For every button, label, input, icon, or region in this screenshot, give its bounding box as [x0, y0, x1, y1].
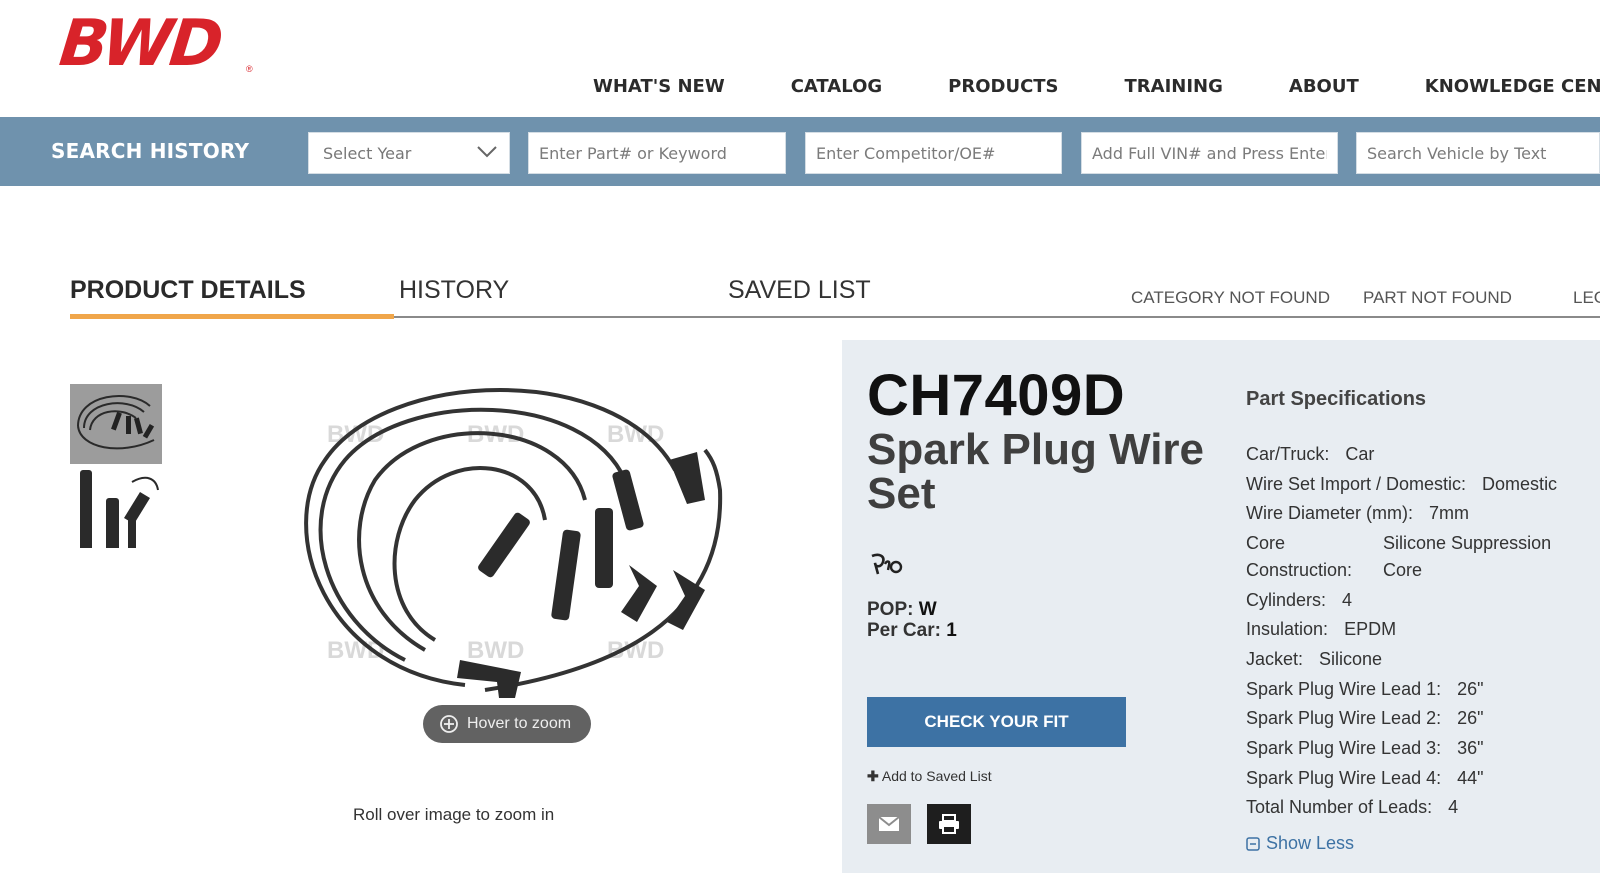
spark-plug-wire-image: BWD BWD BWD BWD BWD BWD [304, 388, 723, 698]
spec-label: Car/Truck: [1246, 444, 1330, 464]
part-number: CH7409D [867, 363, 1126, 428]
search-bar: SEARCH HISTORY Select Year [0, 117, 1600, 186]
spec-label: Core [1246, 533, 1286, 553]
spec-label: Insulation: [1246, 619, 1329, 639]
spec-label: Spark Plug Wire Lead 2: [1246, 708, 1442, 728]
check-your-fit-button[interactable]: CHECK YOUR FIT [867, 697, 1126, 747]
vin-input[interactable] [1081, 132, 1338, 174]
year-select[interactable]: Select Year [308, 132, 510, 174]
nav-whats-new[interactable]: WHAT'S NEW [593, 76, 725, 97]
spec-label: Wire Set Import / Domestic: [1246, 474, 1467, 494]
spec-row: Insulation: EPDM [1246, 619, 1396, 640]
spec-label: Cylinders: [1246, 590, 1327, 610]
spec-label: Construction: [1246, 560, 1353, 580]
spec-label: Wire Diameter (mm): [1246, 503, 1413, 523]
pop-label: POP: [867, 599, 914, 620]
vehicle-text-input[interactable] [1356, 132, 1600, 174]
boots-thumbnail-image [80, 470, 159, 548]
show-less-toggle[interactable]: Show Less [1246, 833, 1354, 854]
spec-label: Jacket: [1246, 649, 1304, 669]
spec-value: 4 [1342, 590, 1353, 610]
pop-field: POP: W [867, 599, 937, 621]
spec-value: 44" [1457, 768, 1484, 788]
nav-knowledge-center[interactable]: KNOWLEDGE CENTER [1425, 76, 1600, 97]
competitor-oe-input[interactable] [805, 132, 1062, 174]
pop-value: W [918, 599, 937, 620]
per-car-field: Per Car: 1 [867, 620, 957, 642]
spec-row: Cylinders: 4 [1246, 590, 1352, 611]
print-icon [939, 814, 959, 834]
spec-row: Core Silicone Suppression [1246, 533, 1551, 554]
spec-value: 7mm [1429, 503, 1469, 523]
spec-value: Car [1345, 444, 1375, 464]
part-keyword-input[interactable] [528, 132, 786, 174]
spec-row: Car/Truck: Car [1246, 444, 1374, 465]
spec-row: Construction: Core [1246, 560, 1422, 581]
nav-catalog[interactable]: CATALOG [791, 76, 882, 97]
watermark-text: BWD [467, 637, 524, 664]
part-specifications-title: Part Specifications [1246, 388, 1427, 410]
plus-icon: ✚ [867, 768, 879, 784]
spec-row: Wire Set Import / Domestic: Domestic [1246, 474, 1557, 495]
spec-row: Spark Plug Wire Lead 1: 26" [1246, 679, 1484, 700]
spec-value: Silicone Suppression [1383, 533, 1552, 553]
spec-row: Spark Plug Wire Lead 4: 44" [1246, 768, 1484, 789]
logo-text: BWD [56, 7, 224, 81]
tab-product-details[interactable]: PRODUCT DETAILS [70, 276, 306, 305]
collapse-icon [1246, 836, 1260, 851]
detail-tabs: PRODUCT DETAILS HISTORY SAVED LIST CATEG… [70, 276, 1600, 319]
pro-icon [871, 553, 903, 575]
year-select-value: Select Year [323, 143, 412, 163]
nav-about[interactable]: ABOUT [1289, 76, 1359, 97]
spec-value: Silicone [1319, 649, 1383, 669]
active-tab-indicator [70, 314, 394, 319]
per-car-value: 1 [946, 620, 957, 641]
zoom-instruction: Roll over image to zoom in [353, 805, 555, 824]
spec-value: Core [1383, 560, 1423, 580]
spec-value: Domestic [1482, 474, 1558, 494]
spec-value: EPDM [1344, 619, 1397, 639]
spec-value: 26" [1457, 679, 1484, 699]
zoom-pill-label: Hover to zoom [467, 715, 572, 732]
spec-value: 26" [1457, 708, 1484, 728]
spec-row: Wire Diameter (mm): 7mm [1246, 503, 1469, 524]
spec-row: Spark Plug Wire Lead 2: 26" [1246, 708, 1484, 729]
spec-label: Spark Plug Wire Lead 4: [1246, 768, 1442, 788]
spec-row: Jacket: Silicone [1246, 649, 1382, 670]
product-main-image[interactable]: BWD BWD BWD BWD BWD BWD [285, 360, 735, 760]
show-less-label: Show Less [1266, 833, 1355, 853]
add-to-saved-list-link[interactable]: ✚ Add to Saved List [867, 768, 992, 785]
chevron-down-icon [477, 146, 497, 158]
nav-products[interactable]: PRODUCTS [948, 76, 1058, 97]
thumbnail-boots[interactable] [70, 468, 162, 548]
hover-to-zoom-pill[interactable]: Hover to zoom [423, 705, 591, 743]
nav-training[interactable]: TRAINING [1125, 76, 1223, 97]
spec-value: 36" [1457, 738, 1484, 758]
legend-link[interactable]: LEG [1573, 288, 1600, 308]
zoom-plus-icon [440, 715, 458, 733]
spec-label: Spark Plug Wire Lead 1: [1246, 679, 1442, 699]
wire-set-thumbnail-image [77, 394, 155, 450]
email-button[interactable] [867, 804, 911, 844]
email-icon [878, 816, 900, 831]
tab-saved-list[interactable]: SAVED LIST [728, 276, 871, 305]
thumbnail-wire-set[interactable] [70, 384, 162, 464]
tab-history[interactable]: HISTORY [399, 276, 509, 305]
spec-value: 4 [1448, 797, 1459, 817]
product-info-panel: CH7409D Spark Plug Wire Set POP: W Per C… [842, 340, 1600, 873]
spec-row: Total Number of Leads: 4 [1246, 797, 1458, 818]
product-name: Spark Plug Wire Set [867, 425, 1205, 518]
bwd-logo[interactable]: BWD [56, 7, 270, 81]
spec-label: Spark Plug Wire Lead 3: [1246, 738, 1442, 758]
add-saved-label: Add to Saved List [881, 768, 992, 784]
spec-row: Spark Plug Wire Lead 3: 36" [1246, 738, 1484, 759]
part-not-found-link[interactable]: PART NOT FOUND [1363, 288, 1512, 308]
main-nav: WHAT'S NEW CATALOG PRODUCTS TRAINING ABO… [593, 76, 1600, 97]
print-button[interactable] [927, 804, 971, 844]
registered-mark: ® [246, 64, 253, 74]
per-car-label: Per Car: [867, 620, 941, 641]
category-not-found-link[interactable]: CATEGORY NOT FOUND [1131, 288, 1330, 308]
search-history-title[interactable]: SEARCH HISTORY [51, 139, 249, 163]
spec-label: Total Number of Leads: [1246, 797, 1433, 817]
